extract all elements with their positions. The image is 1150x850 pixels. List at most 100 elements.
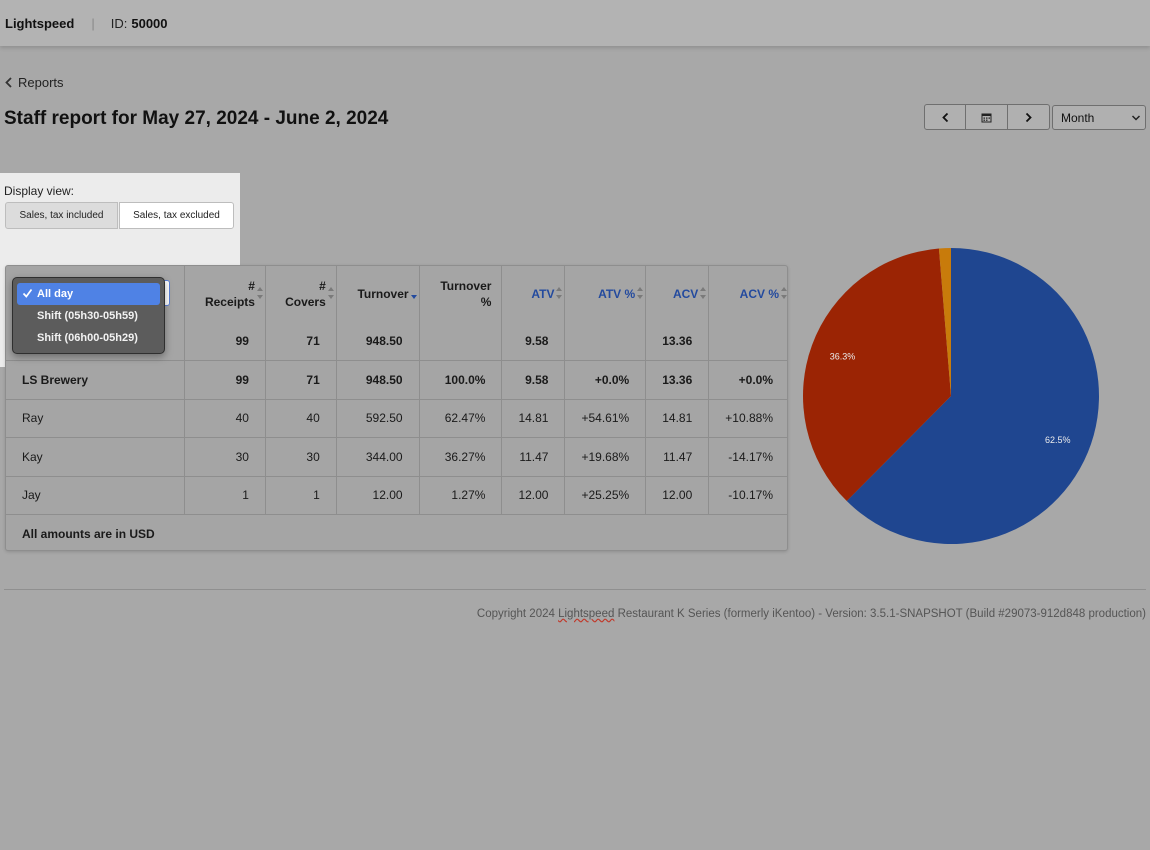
sort-icon	[781, 287, 787, 299]
table-cell: 99	[184, 360, 266, 399]
table-cell: +25.25%	[564, 475, 647, 515]
header-turnover-percent[interactable]: Turnover %	[419, 266, 503, 322]
table-cell: 11.47	[645, 437, 710, 476]
table-cell: 12.00	[336, 475, 420, 515]
table-footnote-row: All amounts are in USD	[6, 514, 787, 550]
table-cell: 11.47	[501, 437, 566, 476]
header-atv[interactable]: ATV	[501, 266, 566, 322]
top-bar: Lightspeed | ID: 50000	[0, 0, 1150, 46]
header-label-line: ACV %	[739, 287, 779, 301]
copyright-suffix: Restaurant K Series (formerly iKentoo) -…	[614, 608, 1146, 620]
table-cell: LS Brewery	[6, 360, 186, 399]
table-cell: 30	[184, 437, 266, 476]
shift-option-all-day[interactable]: All day	[17, 283, 160, 305]
header-acv-percent[interactable]: ACV %	[709, 266, 787, 322]
table-cell: 12.00	[645, 475, 710, 515]
back-to-reports-link[interactable]: Reports	[5, 75, 64, 90]
header-receipts[interactable]: # Receipts	[184, 266, 266, 322]
table-cell: 71	[265, 360, 337, 399]
sort-desc-icon	[410, 295, 417, 299]
shift-option-0530[interactable]: Shift (05h30-05h59)	[17, 305, 160, 327]
table-cell: Kay	[6, 437, 186, 476]
page-title: Staff report for May 27, 2024 - June 2, …	[4, 108, 389, 129]
calendar-icon	[981, 113, 992, 122]
table-cell: 99	[184, 322, 266, 361]
table-cell: 344.00	[336, 437, 420, 476]
table-cell: 948.50	[336, 360, 420, 399]
table-cell: Jay	[6, 475, 186, 515]
header-separator: |	[91, 15, 95, 31]
table-cell: 1	[184, 475, 266, 515]
chevron-down-icon	[1131, 115, 1141, 121]
table-cell: -14.17%	[708, 437, 787, 476]
header-covers[interactable]: # Covers	[265, 266, 337, 322]
table-cell: +0.0%	[708, 360, 787, 399]
sort-icon	[556, 287, 563, 299]
table-cell: +19.68%	[564, 437, 647, 476]
header-label-line: ATV	[531, 287, 555, 301]
table-row[interactable]: Kay 30 30 344.00 36.27% 11.47 +19.68% 11…	[6, 437, 787, 476]
table-cell: 9.58	[501, 322, 566, 361]
table-cell: 71	[265, 322, 337, 361]
table-cell: +10.88%	[708, 398, 787, 438]
currency-footnote: All amounts are in USD	[6, 514, 787, 550]
shift-option-label: Shift (06h00-05h29)	[37, 332, 138, 344]
header-label-line: Receipts	[204, 295, 255, 309]
next-period-button[interactable]	[1008, 104, 1050, 130]
table-row[interactable]: Jay 1 1 12.00 1.27% 12.00 +25.25% 12.00 …	[6, 475, 787, 515]
table-row[interactable]: LS Brewery 99 71 948.50 100.0% 9.58 +0.0…	[6, 360, 787, 399]
pie-label-kay: 36.3%	[830, 351, 856, 361]
chevron-left-icon	[5, 77, 12, 88]
table-cell: 1	[265, 475, 337, 515]
chevron-left-icon	[941, 112, 948, 122]
header-label-line: ATV %	[598, 287, 636, 301]
table-cell	[419, 322, 503, 361]
sort-icon	[700, 287, 707, 299]
table-cell: 40	[184, 398, 266, 438]
chevron-right-icon	[1025, 112, 1032, 122]
table-cell: 14.81	[645, 398, 710, 438]
shift-option-label: All day	[37, 288, 74, 300]
account-id-value: 50000	[131, 15, 168, 31]
period-select[interactable]: Month	[1052, 105, 1146, 130]
header-atv-percent[interactable]: ATV %	[564, 266, 647, 322]
previous-period-button[interactable]	[924, 104, 966, 130]
tax-excluded-toggle[interactable]: Sales, tax excluded	[119, 202, 234, 229]
copyright-brand: Lightspeed	[558, 608, 615, 620]
table-cell: 592.50	[336, 398, 420, 438]
table-cell: 12.00	[501, 475, 566, 515]
checkmark-icon	[22, 288, 33, 298]
back-link-label: Reports	[18, 75, 64, 90]
header-label-line: Covers	[285, 295, 326, 309]
header-label-line: ACV	[672, 287, 699, 301]
table-cell	[564, 322, 647, 361]
sort-icon	[256, 287, 263, 299]
shift-dropdown-menu: All day Shift (05h30-05h59) Shift (06h00…	[12, 277, 165, 354]
header-turnover[interactable]: Turnover	[336, 266, 420, 322]
table-cell: 1.27%	[419, 475, 503, 515]
header-label-line: #	[319, 279, 326, 293]
header-label-line: #	[248, 279, 255, 293]
tax-included-toggle[interactable]: Sales, tax included	[5, 202, 118, 229]
table-cell	[709, 322, 787, 361]
calendar-button[interactable]	[966, 104, 1008, 130]
header-acv[interactable]: ACV	[645, 266, 710, 322]
table-cell: 30	[265, 437, 337, 476]
header-label-line: Turnover	[357, 287, 409, 301]
account-id-label: ID:	[110, 15, 128, 31]
shift-option-0600[interactable]: Shift (06h00-05h29)	[17, 327, 160, 349]
date-navigation	[924, 104, 1050, 130]
table-cell: Ray	[6, 398, 186, 438]
turnover-pie-chart: 62.5% 36.3%	[803, 248, 1099, 544]
header-label-line: %	[480, 295, 492, 309]
table-cell: 13.36	[645, 322, 710, 361]
sort-icon	[327, 287, 334, 299]
table-cell: 40	[265, 398, 337, 438]
copyright-prefix: Copyright 2024	[476, 608, 559, 620]
copyright-notice: Copyright 2024 Lightspeed Restaurant K S…	[477, 608, 1146, 620]
sort-icon	[637, 287, 644, 299]
table-cell: -10.17%	[708, 475, 787, 515]
table-row[interactable]: Ray 40 40 592.50 62.47% 14.81 +54.61% 14…	[6, 398, 787, 438]
table-cell: 13.36	[645, 360, 710, 399]
header-label-line: Turnover	[440, 279, 492, 293]
